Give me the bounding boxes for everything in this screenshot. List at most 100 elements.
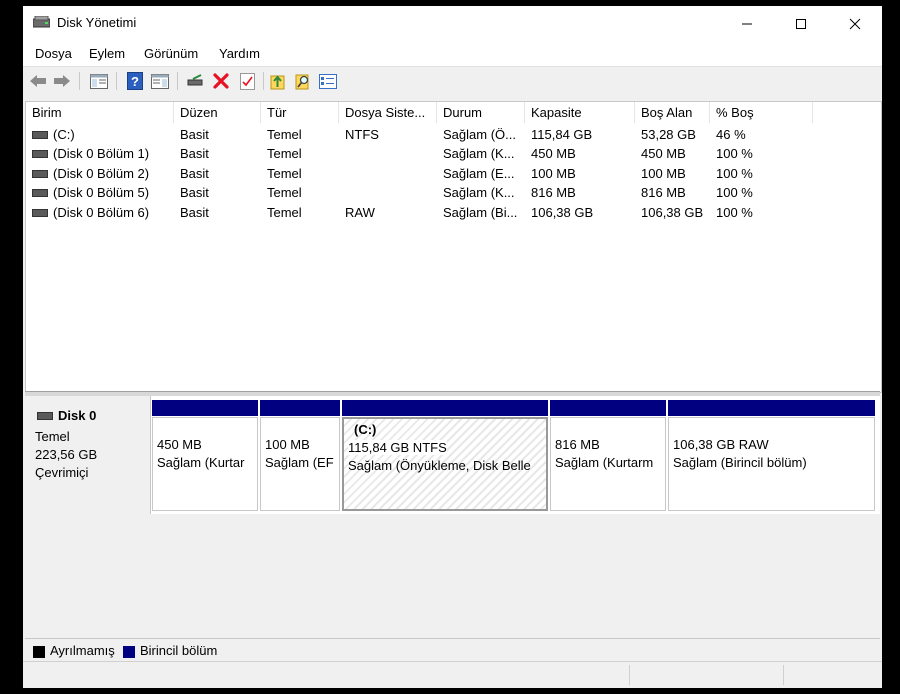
connect-button[interactable] [186,71,206,91]
legend: Ayrılmamış Birincil bölüm [25,638,880,661]
disk-label: Disk 0 [37,408,96,423]
drive-icon [32,208,48,217]
properties-button[interactable] [150,71,170,91]
maximize-button[interactable] [778,6,824,42]
column-header-empty [813,102,881,123]
title-bar: Disk Yönetimi [23,6,882,42]
back-button[interactable] [28,71,48,91]
partition-type-bar [550,400,666,416]
legend-item: Birincil bölüm [123,643,217,658]
partition[interactable]: 106,38 GB RAW Sağlam (Birincil bölüm) [668,400,875,511]
partition-box: 100 MB Sağlam (EF [260,417,340,511]
partition-size: 100 MB [265,437,310,452]
properties-icon [151,73,169,89]
legend-label: Ayrılmamış [50,643,115,658]
toolbar-separator [177,72,178,90]
disk-status: Çevrimiçi [35,465,89,480]
volume-name: (Disk 0 Bölüm 6) [53,205,150,220]
volume-cell: (Disk 0 Bölüm 5) [26,183,174,202]
menu-eylem[interactable]: Eylem [89,46,125,61]
drive-icon [37,411,53,420]
volume-cell: (Disk 0 Bölüm 1) [26,144,174,163]
volume-cell: Temel [267,127,302,142]
disk-type: Temel [35,429,70,444]
partition-box: 450 MB Sağlam (Kurtar [152,417,258,511]
console-tree-button[interactable] [89,71,109,91]
disk-info[interactable]: Disk 0 Temel 223,56 GB Çevrimiçi [25,396,151,514]
volume-row[interactable]: (Disk 0 Bölüm 1) Basit Temel Sağlam (K..… [26,144,881,163]
volume-cell: 53,28 GB [641,127,696,142]
connect-icon [187,74,203,86]
minimize-button[interactable] [724,6,770,42]
disk-row: Disk 0 Temel 223,56 GB Çevrimiçi 450 MB … [25,396,880,514]
volume-row[interactable]: (Disk 0 Bölüm 2) Basit Temel Sağlam (E..… [26,164,881,183]
close-button[interactable] [832,6,878,42]
volume-cell [339,164,437,183]
settings-list-icon [319,73,337,89]
volume-name: (Disk 0 Bölüm 1) [53,146,150,161]
volume-cell: Sağlam (K... [443,146,515,161]
status-bar [23,661,882,688]
partition-box: (C:) 115,84 GB NTFS Sağlam (Önyükleme, D… [342,417,548,511]
settings-list-button[interactable] [318,71,338,91]
column-header-duzen[interactable]: Düzen [174,102,261,123]
partition-size: 816 MB [555,437,600,452]
legend-swatch-unallocated [33,645,45,658]
partition[interactable]: 816 MB Sağlam (Kurtarm [550,400,666,511]
volume-cell: 816 MB [531,185,576,200]
partition-type-bar [260,400,340,416]
forward-button[interactable] [52,71,72,91]
partition-size: 450 MB [157,437,202,452]
export-button[interactable] [268,71,288,91]
partition-type-bar [342,400,548,416]
partition-c[interactable]: (C:) 115,84 GB NTFS Sağlam (Önyükleme, D… [342,400,548,511]
menu-gorunum[interactable]: Görünüm [144,46,198,61]
volume-cell: 816 MB [641,185,686,200]
help-button[interactable]: ? [125,71,145,91]
volume-cell: 100 % [716,166,753,181]
volume-cell: Basit [180,205,209,220]
window-title: Disk Yönetimi [57,15,137,30]
partition-status: Sağlam (Kurtar [157,455,245,470]
partition-box: 106,38 GB RAW Sağlam (Birincil bölüm) [668,417,875,511]
volume-row[interactable]: (C:) Basit Temel NTFS Sağlam (Ö... 115,8… [26,125,881,144]
volume-cell: NTFS [345,127,379,142]
checklist-button[interactable] [237,71,257,91]
console-tree-icon [90,73,108,89]
column-header-kapasite[interactable]: Kapasite [525,102,635,123]
close-icon [849,18,861,30]
status-separator [783,665,784,685]
volume-cell: Temel [267,166,302,181]
search-icon [295,74,309,90]
menu-dosya[interactable]: Dosya [35,46,72,61]
forward-icon [54,75,70,87]
menu-yardim[interactable]: Yardım [219,46,260,61]
disk-details: Temel 223,56 GB Çevrimiçi [35,428,97,482]
volume-cell: Temel [267,146,302,161]
volume-cell: 450 MB [531,146,576,161]
delete-button[interactable] [211,71,231,91]
column-header-durum[interactable]: Durum [437,102,525,123]
volume-cell: Basit [180,146,209,161]
volume-cell: 100 MB [641,166,686,181]
volume-cell: 106,38 GB [641,205,704,220]
partition[interactable]: 450 MB Sağlam (Kurtar [152,400,258,511]
column-header-yuzde-bos[interactable]: % Boş [710,102,813,123]
volume-cell: Basit [180,127,209,142]
partition-label: (C:) [354,422,377,437]
volume-cell [339,144,437,163]
legend-label: Birincil bölüm [140,643,218,658]
volume-row[interactable]: (Disk 0 Bölüm 5) Basit Temel Sağlam (K..… [26,183,881,202]
column-header-tur[interactable]: Tür [261,102,339,123]
toolbar-separator [79,72,80,90]
volume-cell: Sağlam (E... [443,166,515,181]
column-header-dosya-sistemi[interactable]: Dosya Siste... [339,102,437,123]
search-button[interactable] [293,71,313,91]
volume-row[interactable]: (Disk 0 Bölüm 6) Basit Temel RAW Sağlam … [26,203,881,222]
help-icon: ? [127,72,143,90]
volume-cell: Sağlam (Ö... [443,127,516,142]
menu-bar: Dosya Eylem Görünüm Yardım [23,42,882,67]
column-header-bos-alan[interactable]: Boş Alan [635,102,710,123]
partition[interactable]: 100 MB Sağlam (EF [260,400,340,511]
column-header-birim[interactable]: Birim [26,102,174,123]
